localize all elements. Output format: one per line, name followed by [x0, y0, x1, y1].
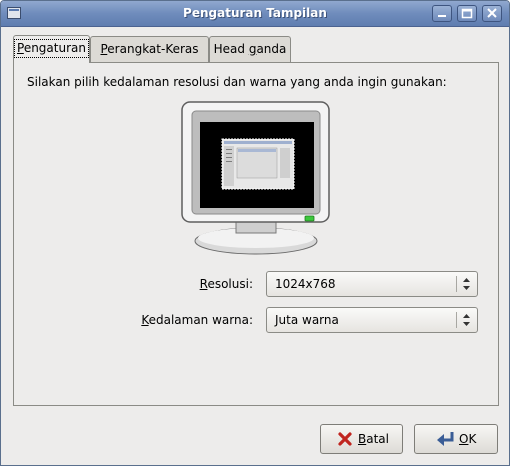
tab-pengaturan[interactable]: Pengaturan [13, 35, 90, 63]
close-button[interactable] [482, 5, 502, 22]
resolution-label: Resolusi: [199, 277, 253, 291]
ok-return-icon [437, 432, 454, 446]
color-depth-label: Kedalaman warna: [141, 313, 253, 327]
resolution-combo[interactable]: 1024x768 [266, 271, 478, 297]
tab-label: Head ganda [213, 42, 287, 56]
tab-head-ganda[interactable]: Head ganda [209, 36, 291, 62]
combo-separator [456, 276, 457, 292]
maximize-icon [461, 8, 473, 19]
maximize-button[interactable] [457, 5, 477, 22]
title-bar[interactable]: Pengaturan Tampilan [1, 1, 509, 27]
cancel-label: Batal [358, 432, 389, 446]
spinner-arrows-icon [463, 278, 470, 290]
display-settings-window: Pengaturan Tampilan Pengaturan Perangkat… [0, 0, 510, 466]
ok-label: OK [459, 432, 477, 446]
minimize-button[interactable] [432, 5, 452, 22]
minimize-icon [438, 15, 446, 17]
close-icon [487, 8, 497, 18]
intro-text: Silakan pilih kedalaman resolusi dan war… [27, 75, 447, 89]
monitor-icon [181, 101, 330, 255]
tab-label: Perangkat-Keras [100, 42, 199, 56]
color-depth-combo[interactable]: Juta warna [266, 307, 478, 333]
ok-button[interactable]: OK [414, 424, 498, 454]
combo-separator [456, 312, 457, 328]
resolution-value: 1024x768 [275, 277, 336, 291]
spinner-arrows-icon [463, 314, 470, 326]
tab-label: Pengaturan [14, 39, 89, 58]
cancel-button[interactable]: Batal [320, 424, 403, 454]
tab-perangkat-keras[interactable]: Perangkat-Keras [90, 36, 209, 62]
color-depth-value: Juta warna [275, 313, 339, 327]
cancel-x-icon [338, 432, 352, 446]
